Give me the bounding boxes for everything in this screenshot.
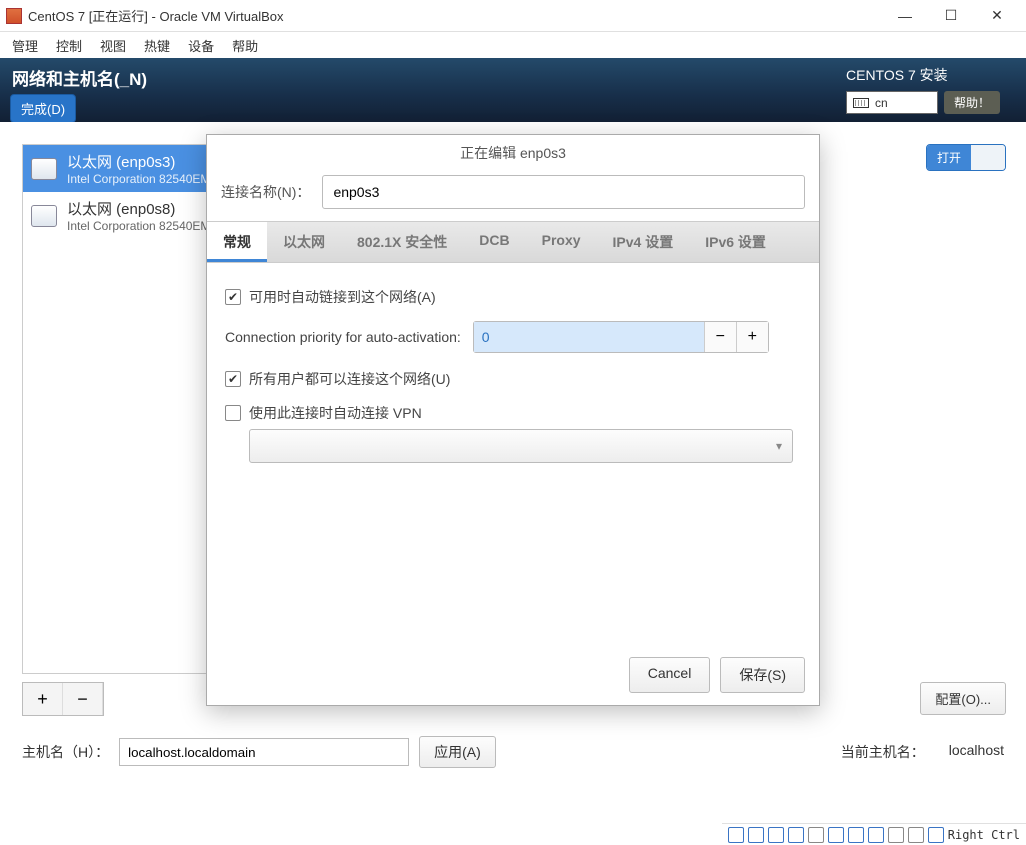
current-hostname: 当前主机名： localhost xyxy=(841,742,1004,762)
tab-8021x[interactable]: 802.1X 安全性 xyxy=(341,222,463,262)
virtualbox-icon xyxy=(6,8,22,24)
audio-icon[interactable] xyxy=(768,827,784,843)
menu-item[interactable]: 管理 xyxy=(12,36,38,55)
vb-titlebar: CentOS 7 [正在运行] - Oracle VM VirtualBox —… xyxy=(0,0,1026,32)
cancel-button[interactable]: Cancel xyxy=(629,657,711,693)
recording-icon[interactable] xyxy=(868,827,884,843)
tab-general[interactable]: 常规 xyxy=(207,222,267,262)
hostname-input[interactable] xyxy=(119,738,409,766)
installer-brand: CENTOS 7 安装 xyxy=(846,65,1016,85)
tab-ipv6[interactable]: IPv6 设置 xyxy=(689,222,782,262)
chevron-down-icon: ▾ xyxy=(776,439,782,453)
dialog-title: 正在编辑 enp0s3 xyxy=(207,135,819,171)
tab-ethernet[interactable]: 以太网 xyxy=(267,222,341,262)
autovpn-label: 使用此连接时自动连接 VPN xyxy=(249,403,422,423)
hostname-label: 主机名（H）： xyxy=(22,742,109,762)
menu-item[interactable]: 控制 xyxy=(56,36,82,55)
edit-connection-dialog: 正在编辑 enp0s3 连接名称(N)： 常规 以太网 802.1X 安全性 D… xyxy=(206,134,820,706)
hostname-row: 主机名（H）： 应用(A) xyxy=(22,736,496,768)
connection-name-input[interactable] xyxy=(322,175,805,209)
optical-icon[interactable] xyxy=(748,827,764,843)
close-button[interactable]: ✕ xyxy=(974,1,1020,31)
tab-ipv4[interactable]: IPv4 设置 xyxy=(597,222,690,262)
switch-on-label: 打开 xyxy=(927,145,971,170)
ethernet-icon xyxy=(31,158,57,180)
help-button[interactable]: 帮助！ xyxy=(944,91,1000,114)
current-hostname-value: localhost xyxy=(949,742,1004,762)
autoconnect-label: 可用时自动链接到这个网络(A) xyxy=(249,287,436,307)
anaconda-header: 网络和主机名(_N) 完成(D) CENTOS 7 安装 cn 帮助！ xyxy=(0,58,1026,122)
menu-item[interactable]: 帮助 xyxy=(232,36,258,55)
ethernet-icon xyxy=(31,205,57,227)
keyboard-icon xyxy=(853,98,869,108)
apply-hostname-button[interactable]: 应用(A) xyxy=(419,736,496,768)
cpu-icon[interactable] xyxy=(888,827,904,843)
autoconnect-checkbox[interactable] xyxy=(225,289,241,305)
vpn-select[interactable]: ▾ xyxy=(249,429,793,463)
ime-label: cn xyxy=(875,96,888,110)
save-button[interactable]: 保存(S) xyxy=(720,657,805,693)
connection-name-label: 连接名称(N)： xyxy=(221,182,310,202)
menu-item[interactable]: 热键 xyxy=(144,36,170,55)
switch-knob xyxy=(971,145,1005,170)
vb-menubar: 管理 控制 视图 热键 设备 帮助 xyxy=(0,32,1026,58)
window-title: CentOS 7 [正在运行] - Oracle VM VirtualBox xyxy=(28,6,284,25)
hostkey-label: Right Ctrl xyxy=(948,828,1020,842)
disk-icon[interactable] xyxy=(728,827,744,843)
nic-subtitle: Intel Corporation 82540EM G xyxy=(67,219,223,233)
menu-item[interactable]: 设备 xyxy=(188,36,214,55)
priority-input[interactable] xyxy=(474,322,704,352)
maximize-button[interactable]: ☐ xyxy=(928,1,974,31)
display-icon[interactable] xyxy=(848,827,864,843)
remove-nic-button[interactable]: − xyxy=(63,683,103,715)
current-hostname-label: 当前主机名： xyxy=(841,742,925,762)
nic-add-remove: + − xyxy=(22,682,104,716)
window-controls: — ☐ ✕ xyxy=(882,1,1020,31)
minimize-button[interactable]: — xyxy=(882,1,928,31)
nic-name: 以太网 (enp0s8) xyxy=(67,198,223,219)
nic-name: 以太网 (enp0s3) xyxy=(67,151,223,172)
usb-icon[interactable] xyxy=(808,827,824,843)
configure-button[interactable]: 配置(O)... xyxy=(920,682,1006,715)
page-title: 网络和主机名(_N) xyxy=(12,65,846,90)
tab-dcb[interactable]: DCB xyxy=(463,222,525,262)
network-spoke-body: 以太网 (enp0s3) Intel Corporation 82540EM G… xyxy=(0,122,1026,808)
done-button[interactable]: 完成(D) xyxy=(10,94,76,123)
shared-folder-icon[interactable] xyxy=(828,827,844,843)
priority-plus-button[interactable]: + xyxy=(736,322,768,352)
menu-item[interactable]: 视图 xyxy=(100,36,126,55)
autovpn-checkbox[interactable] xyxy=(225,405,241,421)
allusers-label: 所有用户都可以连接这个网络(U) xyxy=(249,369,450,389)
connection-switch[interactable]: 打开 xyxy=(926,144,1006,171)
nic-subtitle: Intel Corporation 82540EM G xyxy=(67,172,223,186)
add-nic-button[interactable]: + xyxy=(23,683,63,715)
priority-spinbox: − + xyxy=(473,321,769,353)
allusers-checkbox[interactable] xyxy=(225,371,241,387)
keyboard-layout-indicator[interactable]: cn xyxy=(846,91,938,114)
hostkey-icon[interactable] xyxy=(928,827,944,843)
tab-proxy[interactable]: Proxy xyxy=(526,222,597,262)
anaconda-installer: 网络和主机名(_N) 完成(D) CENTOS 7 安装 cn 帮助！ 以太网 … xyxy=(0,58,1026,808)
priority-minus-button[interactable]: − xyxy=(704,322,736,352)
network-icon[interactable] xyxy=(788,827,804,843)
dialog-tabs: 常规 以太网 802.1X 安全性 DCB Proxy IPv4 设置 IPv6… xyxy=(207,221,819,263)
vb-statusbar: Right Ctrl xyxy=(722,823,1026,845)
mouse-integration-icon[interactable] xyxy=(908,827,924,843)
priority-label: Connection priority for auto-activation: xyxy=(225,329,461,345)
